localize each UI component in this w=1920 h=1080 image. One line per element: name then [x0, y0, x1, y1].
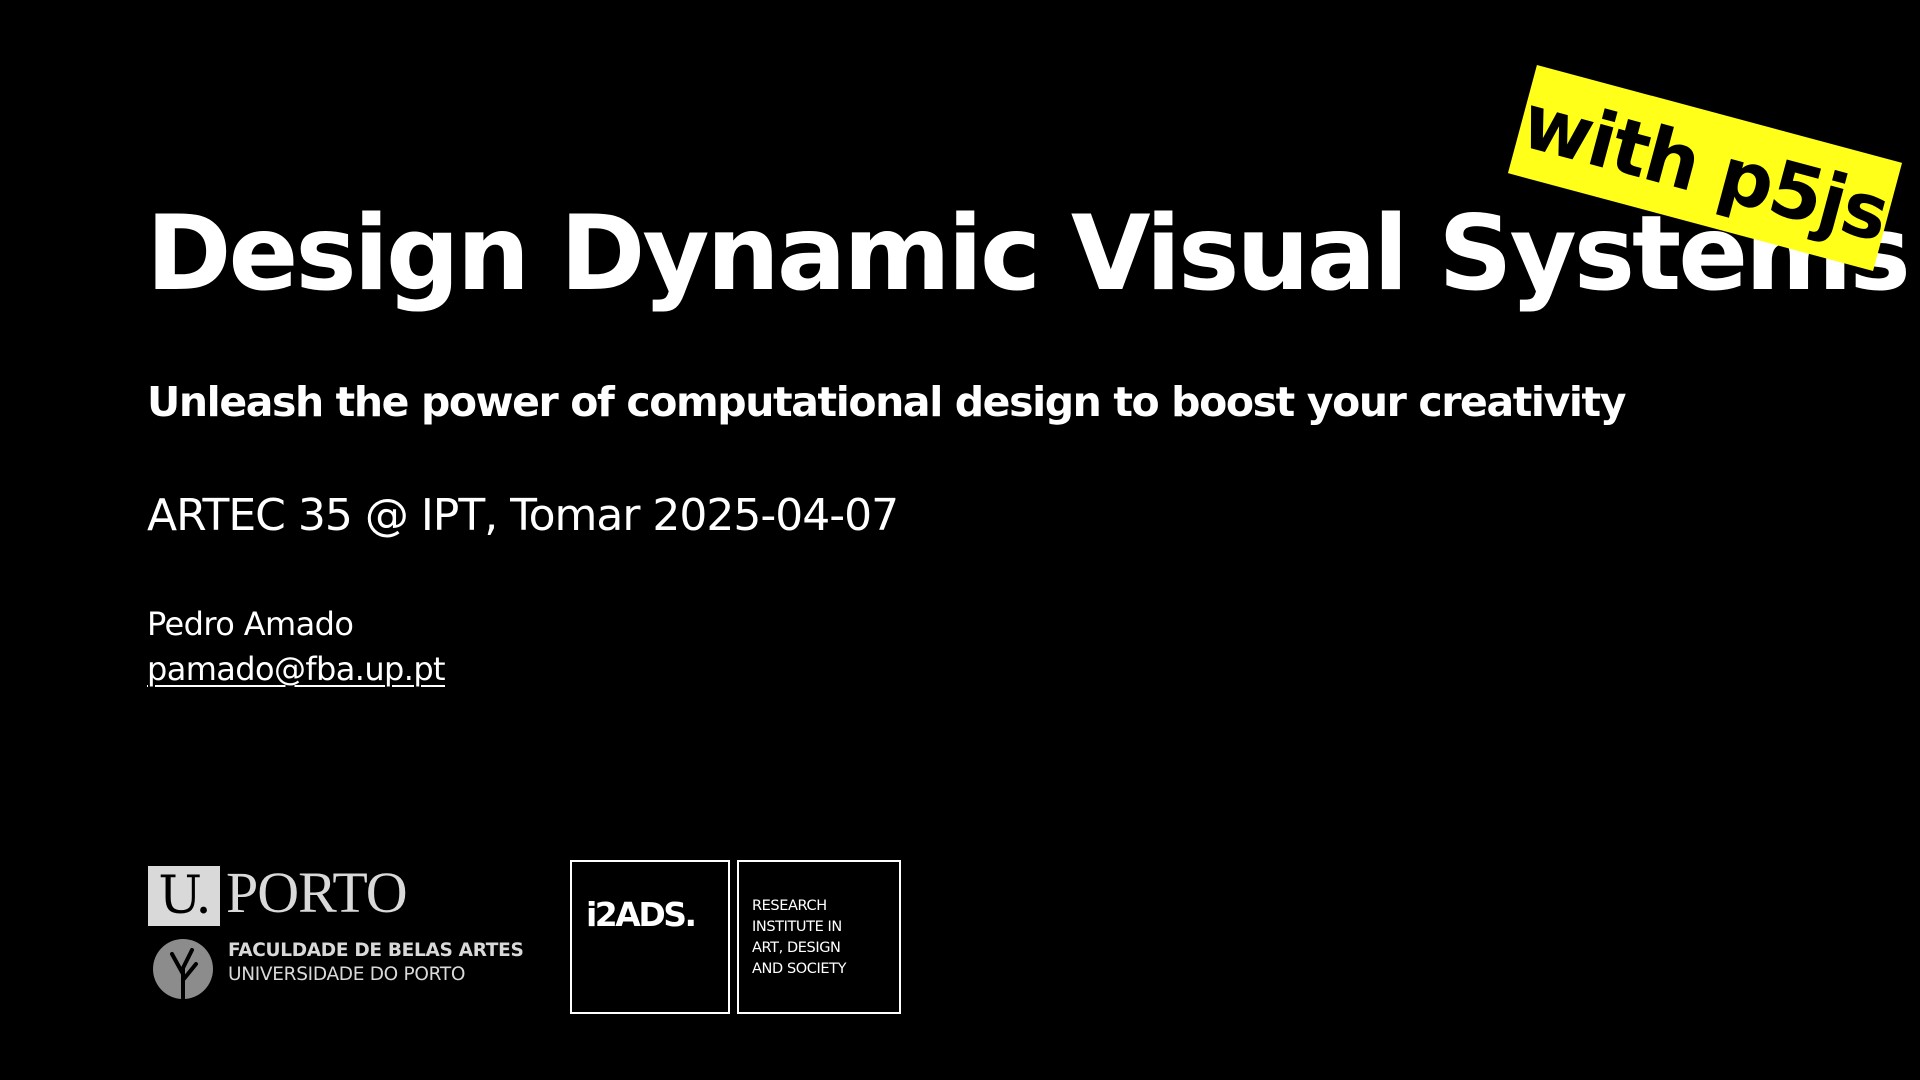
- uporto-mark: U.: [148, 866, 220, 926]
- i2ads-desc-line: RESEARCH: [752, 898, 827, 914]
- author-email-link[interactable]: pamado@fba.up.pt: [147, 650, 446, 688]
- university-name: UNIVERSIDADE DO PORTO: [228, 964, 466, 985]
- uporto-mark-text: U.: [158, 866, 212, 926]
- i2ads-mark: i2ADS.: [586, 895, 697, 934]
- i2ads-desc-line: ART, DESIGN: [752, 940, 841, 956]
- i2ads-description: RESEARCH INSTITUTE IN ART, DESIGN AND SO…: [752, 896, 846, 980]
- fba-emblem-icon: [153, 939, 213, 1000]
- author-name: Pedro Amado: [147, 605, 354, 643]
- i2ads-desc-line: INSTITUTE IN: [752, 919, 842, 935]
- faculty-name: FACULDADE DE BELAS ARTES: [228, 940, 524, 961]
- presentation-slide: Design Dynamic Visual Systems with p5js …: [0, 0, 1920, 1080]
- i2ads-description-box: RESEARCH INSTITUTE IN ART, DESIGN AND SO…: [737, 860, 901, 1014]
- uporto-fba-logo: U. PORTO FACULDADE DE BELAS ARTES UNIVER…: [148, 860, 524, 1006]
- i2ads-mark-box: i2ADS.: [570, 860, 730, 1014]
- uporto-wordmark: PORTO: [226, 860, 408, 925]
- event-info: ARTEC 35 @ IPT, Tomar 2025-04-07: [147, 490, 899, 541]
- i2ads-desc-line: AND SOCIETY: [752, 961, 847, 977]
- i2ads-logo: i2ADS. RESEARCH INSTITUTE IN ART, DESIGN…: [570, 860, 901, 1014]
- slide-subtitle: Unleash the power of computational desig…: [147, 378, 1626, 426]
- slide-title: Design Dynamic Visual Systems: [146, 194, 1911, 314]
